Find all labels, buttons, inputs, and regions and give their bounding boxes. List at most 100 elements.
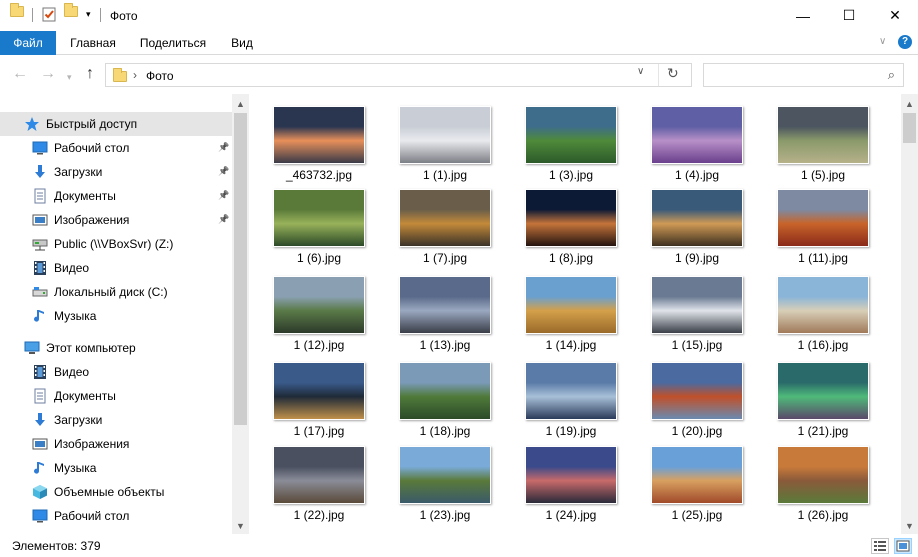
- sidebar-item[interactable]: Загрузки 📌: [0, 160, 230, 184]
- file-tile[interactable]: 1 (6).jpg: [259, 189, 379, 269]
- recent-locations-icon[interactable]: ▾: [67, 69, 72, 85]
- properties-icon[interactable]: [42, 6, 56, 22]
- tab-share[interactable]: Поделиться: [136, 31, 210, 55]
- minimize-button[interactable]: —: [780, 0, 826, 31]
- sidebar-item[interactable]: Рабочий стол 📌: [0, 136, 230, 160]
- file-tile[interactable]: 1 (24).jpg: [511, 446, 631, 526]
- file-name[interactable]: 1 (15).jpg: [637, 338, 757, 352]
- image-thumbnail[interactable]: [273, 276, 365, 334]
- file-name[interactable]: 1 (25).jpg: [637, 508, 757, 522]
- file-name[interactable]: 1 (4).jpg: [637, 168, 757, 182]
- file-tile[interactable]: 1 (12).jpg: [259, 276, 379, 356]
- file-name[interactable]: 1 (11).jpg: [763, 251, 883, 265]
- file-tile[interactable]: 1 (1).jpg: [385, 106, 505, 186]
- tab-file[interactable]: Файл: [0, 31, 56, 55]
- maximize-button[interactable]: ☐: [826, 0, 872, 31]
- file-name[interactable]: 1 (24).jpg: [511, 508, 631, 522]
- image-thumbnail[interactable]: [273, 362, 365, 420]
- file-tile[interactable]: 1 (15).jpg: [637, 276, 757, 356]
- nav-scrollbar-thumb[interactable]: [234, 113, 247, 425]
- image-thumbnail[interactable]: [777, 446, 869, 504]
- content-scrollbar[interactable]: [901, 94, 918, 534]
- large-icons-view-icon[interactable]: [894, 538, 912, 554]
- file-name[interactable]: 1 (5).jpg: [763, 168, 883, 182]
- image-thumbnail[interactable]: [525, 362, 617, 420]
- file-name[interactable]: 1 (23).jpg: [385, 508, 505, 522]
- image-thumbnail[interactable]: [777, 106, 869, 164]
- sidebar-item[interactable]: Музыка: [0, 304, 230, 328]
- refresh-icon[interactable]: ↻: [667, 65, 679, 82]
- image-thumbnail[interactable]: [651, 362, 743, 420]
- file-name[interactable]: 1 (22).jpg: [259, 508, 379, 522]
- file-name[interactable]: 1 (17).jpg: [259, 424, 379, 438]
- image-thumbnail[interactable]: [399, 446, 491, 504]
- tab-home[interactable]: Главная: [62, 31, 124, 55]
- image-thumbnail[interactable]: [399, 106, 491, 164]
- help-icon[interactable]: ?: [898, 35, 912, 49]
- file-name[interactable]: 1 (13).jpg: [385, 338, 505, 352]
- scroll-up-icon[interactable]: ▲: [905, 99, 914, 109]
- sidebar-item[interactable]: Документы: [0, 384, 230, 408]
- file-name[interactable]: 1 (6).jpg: [259, 251, 379, 265]
- file-tile[interactable]: 1 (7).jpg: [385, 189, 505, 269]
- file-tile[interactable]: 1 (25).jpg: [637, 446, 757, 526]
- file-tile[interactable]: 1 (13).jpg: [385, 276, 505, 356]
- image-thumbnail[interactable]: [399, 362, 491, 420]
- address-history-chevron-icon[interactable]: ∨: [637, 66, 644, 77]
- image-thumbnail[interactable]: [525, 276, 617, 334]
- close-button[interactable]: ✕: [872, 0, 918, 31]
- back-button[interactable]: ←: [12, 66, 28, 82]
- sidebar-item[interactable]: Музыка: [0, 456, 230, 480]
- file-tile[interactable]: 1 (21).jpg: [763, 362, 883, 442]
- sidebar-item[interactable]: Public (\\VBoxSvr) (Z:): [0, 232, 230, 256]
- scroll-up-icon[interactable]: ▲: [236, 99, 245, 109]
- file-tile[interactable]: 1 (3).jpg: [511, 106, 631, 186]
- image-thumbnail[interactable]: [777, 362, 869, 420]
- file-tile[interactable]: _463732.jpg: [259, 106, 379, 186]
- image-thumbnail[interactable]: [651, 106, 743, 164]
- sidebar-item[interactable]: Этот компьютер: [0, 336, 230, 360]
- file-name[interactable]: 1 (12).jpg: [259, 338, 379, 352]
- file-name[interactable]: 1 (26).jpg: [763, 508, 883, 522]
- image-thumbnail[interactable]: [273, 189, 365, 247]
- file-tile[interactable]: 1 (17).jpg: [259, 362, 379, 442]
- file-tile[interactable]: 1 (16).jpg: [763, 276, 883, 356]
- sidebar-item[interactable]: Изображения: [0, 432, 230, 456]
- file-name[interactable]: 1 (21).jpg: [763, 424, 883, 438]
- file-tile[interactable]: 1 (19).jpg: [511, 362, 631, 442]
- file-name[interactable]: 1 (9).jpg: [637, 251, 757, 265]
- address-bar[interactable]: › Фото: [105, 63, 692, 87]
- file-tile[interactable]: 1 (26).jpg: [763, 446, 883, 526]
- breadcrumb-current[interactable]: Фото: [146, 69, 174, 83]
- forward-button[interactable]: →: [40, 66, 56, 82]
- image-thumbnail[interactable]: [525, 106, 617, 164]
- sidebar-item[interactable]: Рабочий стол: [0, 504, 230, 528]
- sidebar-item[interactable]: Изображения 📌: [0, 208, 230, 232]
- file-name[interactable]: 1 (18).jpg: [385, 424, 505, 438]
- image-thumbnail[interactable]: [651, 189, 743, 247]
- sidebar-item[interactable]: Быстрый доступ: [0, 112, 232, 136]
- file-tile[interactable]: 1 (4).jpg: [637, 106, 757, 186]
- ribbon-expand-icon[interactable]: ∨: [879, 36, 886, 47]
- breadcrumb-separator[interactable]: ›: [133, 68, 137, 82]
- image-thumbnail[interactable]: [651, 276, 743, 334]
- sidebar-item[interactable]: Загрузки: [0, 408, 230, 432]
- image-thumbnail[interactable]: [777, 276, 869, 334]
- file-tile[interactable]: 1 (18).jpg: [385, 362, 505, 442]
- up-button[interactable]: ↑: [86, 66, 94, 82]
- image-thumbnail[interactable]: [399, 276, 491, 334]
- sidebar-item[interactable]: Локальный диск (C:): [0, 280, 230, 304]
- customize-quick-access-icon[interactable]: ▾: [86, 9, 91, 20]
- scroll-down-icon[interactable]: ▼: [236, 521, 245, 531]
- sidebar-item[interactable]: Документы 📌: [0, 184, 230, 208]
- sidebar-item[interactable]: Видео: [0, 256, 230, 280]
- file-tile[interactable]: 1 (5).jpg: [763, 106, 883, 186]
- file-tile[interactable]: 1 (22).jpg: [259, 446, 379, 526]
- file-name[interactable]: _463732.jpg: [259, 168, 379, 182]
- content-scrollbar-thumb[interactable]: [903, 113, 916, 143]
- image-thumbnail[interactable]: [777, 189, 869, 247]
- file-tile[interactable]: 1 (23).jpg: [385, 446, 505, 526]
- file-tile[interactable]: 1 (20).jpg: [637, 362, 757, 442]
- search-input[interactable]: ⌕: [703, 63, 904, 87]
- file-tile[interactable]: 1 (8).jpg: [511, 189, 631, 269]
